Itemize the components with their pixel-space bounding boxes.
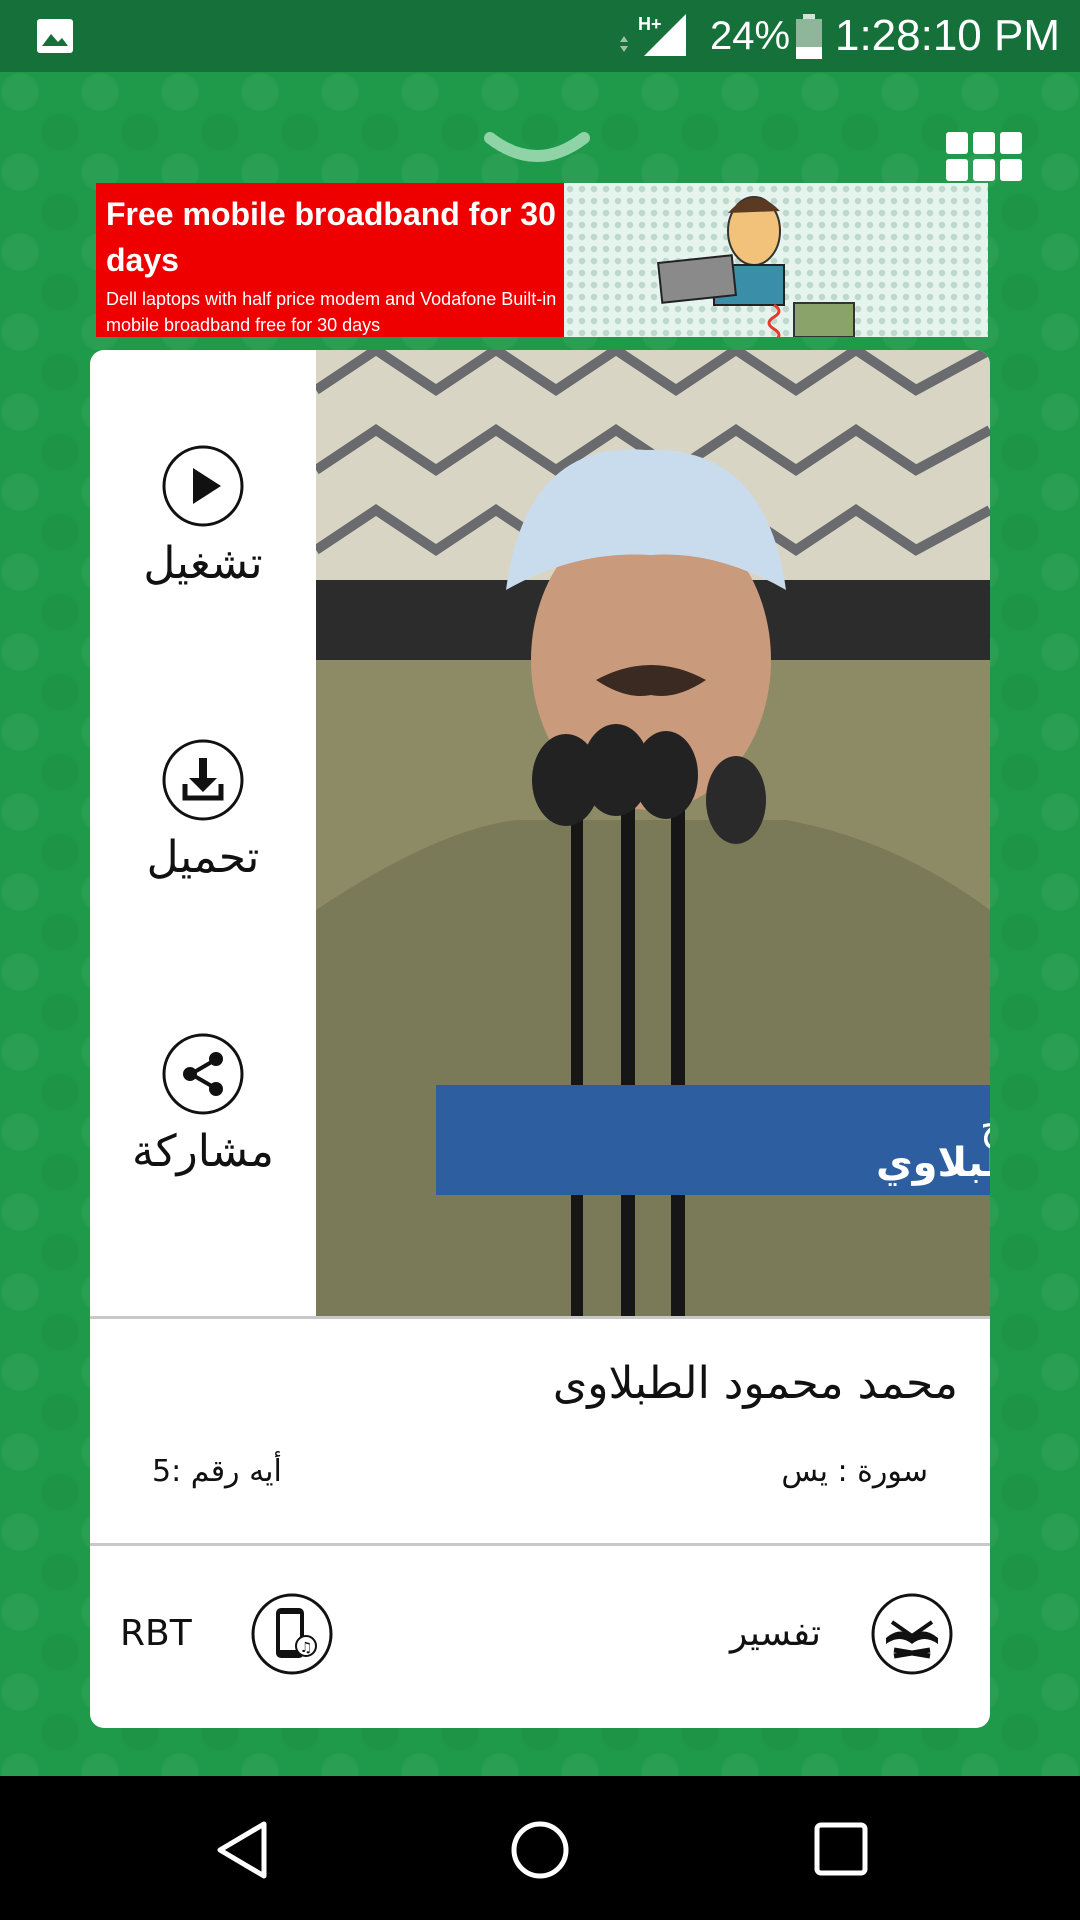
quran-book-icon (871, 1593, 953, 1675)
tafsir-label: تفسير (730, 1613, 822, 1654)
battery-icon (796, 14, 822, 59)
back-icon[interactable] (214, 1820, 270, 1880)
signal-icon: H+ (620, 14, 686, 56)
gallery-notification-icon (37, 19, 73, 53)
clock: 1:28:10 PM (834, 11, 1060, 60)
play-icon (162, 445, 244, 527)
action-column: تشغيل تحميل مشاركة (90, 350, 316, 1316)
reciter-photo-image: الشيخ محمد محمود الطبلاوي (316, 350, 990, 1316)
chevron-down-icon[interactable] (484, 130, 590, 170)
phone-music-icon: ♫ (251, 1593, 333, 1675)
recents-icon[interactable] (814, 1822, 868, 1876)
ayah-number: أيه رقم :5 (152, 1454, 282, 1489)
surah-name: سورة : يس (781, 1454, 928, 1489)
ad-subtext: Dell laptops with half price modem and V… (106, 289, 557, 335)
share-button[interactable]: مشاركة (90, 1032, 316, 1180)
svg-text:♫: ♫ (300, 1640, 313, 1656)
play-label: تشغيل (143, 538, 263, 589)
tafsir-button[interactable]: تفسير (730, 1592, 970, 1682)
share-icon (162, 1033, 244, 1115)
network-type: H+ (638, 14, 662, 34)
status-bar: H+ 24% 1:28:10 PM (0, 0, 1080, 72)
home-icon[interactable] (510, 1820, 570, 1880)
share-label: مشاركة (131, 1126, 274, 1177)
ad-headline: Free mobile broadband for 30 days (106, 196, 556, 278)
cartoon-man-laptop-image (657, 196, 855, 337)
download-icon (162, 739, 244, 821)
ad-banner[interactable]: Free mobile broadband for 30 days Dell l… (96, 183, 988, 337)
reciter-photo: الشيخ محمد محمود الطبلاوي (316, 350, 990, 1316)
divider-top (90, 1316, 990, 1319)
download-label: تحميل (146, 832, 260, 883)
caption-line-2: محمد محمود الطبلاوي (876, 1140, 990, 1186)
grid-menu-icon[interactable] (944, 130, 1024, 186)
play-button[interactable]: تشغيل (90, 444, 316, 592)
navigation-bar (0, 1776, 1080, 1920)
ad-illustration (564, 183, 988, 337)
ad-text-panel: Free mobile broadband for 30 days Dell l… (96, 183, 564, 337)
rbt-label: RBT (120, 1613, 192, 1654)
divider-bottom (90, 1543, 990, 1546)
track-card: تشغيل تحميل مشاركة بلاوي محمد محمود الطب… (90, 350, 990, 1728)
reciter-name: محمد محمود الطبلاوى (552, 1358, 958, 1409)
battery-percentage: 24% (710, 14, 791, 58)
rbt-button[interactable]: RBT ♫ (120, 1592, 333, 1682)
download-button[interactable]: تحميل (90, 738, 316, 886)
